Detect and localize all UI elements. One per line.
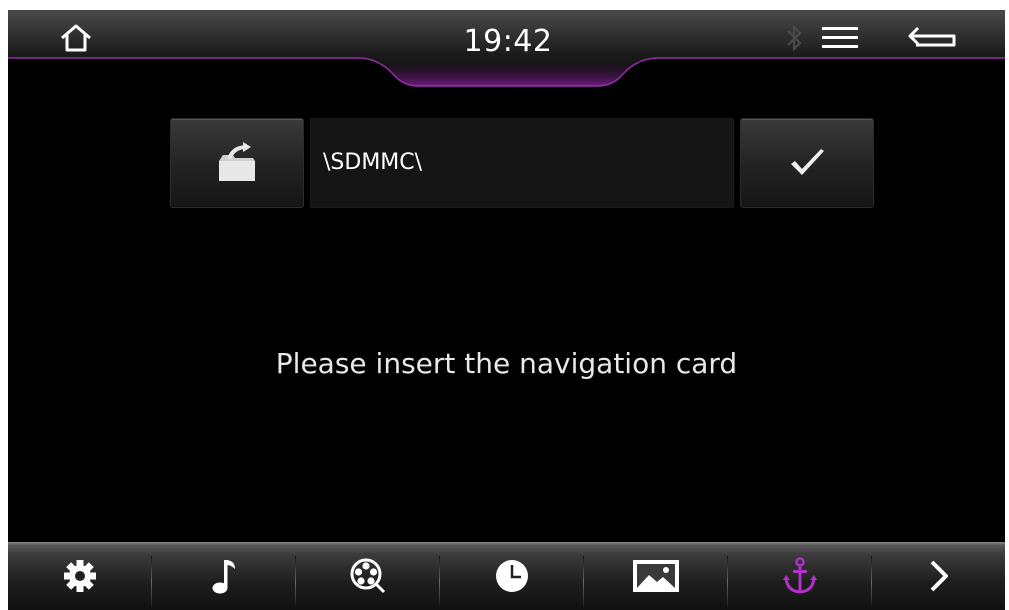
path-text: \SDMMC\ xyxy=(323,150,423,175)
next-arrow-icon[interactable] xyxy=(872,542,1005,610)
menu-icon[interactable] xyxy=(812,16,868,60)
path-field[interactable]: \SDMMC\ xyxy=(310,118,734,208)
clock-time: 19:42 xyxy=(463,24,553,59)
settings-gear-icon[interactable] xyxy=(8,542,152,610)
video-reel-icon[interactable] xyxy=(296,542,440,610)
navigation-anchor-icon[interactable] xyxy=(728,542,872,610)
status-bar: 19:42 xyxy=(8,10,1005,92)
bottom-nav-bar xyxy=(8,542,1005,610)
clock-icon[interactable] xyxy=(440,542,584,610)
open-folder-icon xyxy=(219,142,255,181)
back-icon[interactable] xyxy=(904,16,960,60)
confirm-button[interactable] xyxy=(740,118,874,208)
picture-icon[interactable] xyxy=(584,542,728,610)
screen: 19:42 \SDMMC\ Please insert the navigati… xyxy=(8,10,1005,610)
open-folder-button[interactable] xyxy=(170,118,304,208)
music-note-icon[interactable] xyxy=(152,542,296,610)
insert-card-message: Please insert the navigation card xyxy=(275,347,738,380)
home-icon[interactable] xyxy=(48,16,104,60)
checkmark-icon xyxy=(791,149,824,175)
